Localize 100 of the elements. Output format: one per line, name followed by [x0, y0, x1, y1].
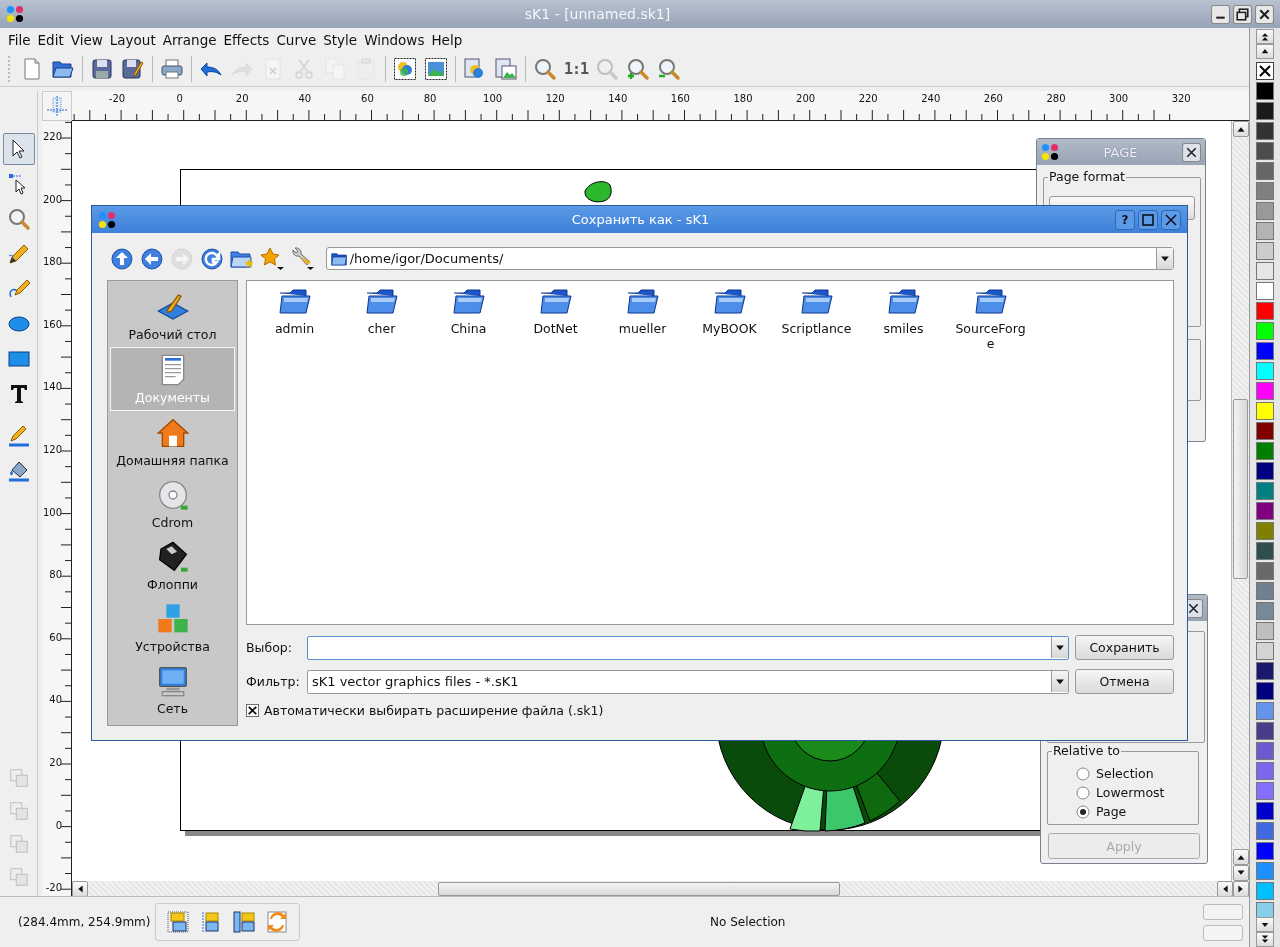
color-swatch[interactable] — [1256, 162, 1274, 180]
scroll-thumb[interactable] — [438, 881, 840, 896]
color-swatch[interactable] — [1256, 782, 1274, 800]
no-color-icon[interactable] — [1256, 62, 1274, 80]
color-swatch[interactable] — [1256, 182, 1274, 200]
menu-item[interactable]: Windows — [364, 32, 425, 48]
close-button[interactable] — [1255, 4, 1274, 24]
actual-size-button[interactable]: 1:1 — [564, 60, 589, 78]
menu-item[interactable]: Arrange — [162, 32, 217, 48]
refresh-arrows-icon[interactable] — [265, 910, 289, 934]
select-frame-icon[interactable] — [166, 910, 190, 934]
place-item[interactable]: Cdrom — [110, 473, 235, 535]
ruler-corner[interactable] — [42, 91, 72, 121]
cancel-button[interactable]: Отмена — [1075, 669, 1174, 694]
color-swatch[interactable] — [1256, 422, 1274, 440]
color-swatch[interactable] — [1256, 822, 1274, 840]
color-swatch[interactable] — [1256, 102, 1274, 120]
scroll-down-icon[interactable] — [1256, 917, 1274, 932]
place-item[interactable]: Устройства — [110, 597, 235, 659]
color-swatch[interactable] — [1256, 322, 1274, 340]
zoom-out-icon[interactable] — [657, 57, 682, 81]
color-swatch[interactable] — [1256, 562, 1274, 580]
color-swatch[interactable] — [1256, 302, 1274, 320]
color-swatch[interactable] — [1256, 262, 1274, 280]
menu-item[interactable]: View — [70, 32, 103, 48]
wrench-caret-icon[interactable] — [289, 246, 314, 271]
document-picture-icon[interactable] — [494, 57, 518, 81]
folder-name[interactable]: MyBOOK — [693, 321, 766, 336]
color-swatch[interactable] — [1256, 862, 1274, 880]
menu-item[interactable]: Curve — [276, 32, 317, 48]
vertical-scrollbar[interactable] — [1231, 121, 1249, 881]
color-swatch[interactable] — [1256, 342, 1274, 360]
color-swatch[interactable] — [1256, 682, 1274, 700]
color-swatch[interactable] — [1256, 382, 1274, 400]
place-item[interactable]: Сеть — [110, 659, 235, 721]
horizontal-scrollbar[interactable] — [72, 881, 1249, 896]
minimize-button[interactable] — [1211, 4, 1230, 24]
color-swatch[interactable] — [1256, 642, 1274, 660]
menu-item[interactable]: Effects — [223, 32, 270, 48]
folder-name[interactable]: Scriptlance — [780, 321, 853, 336]
color-swatch[interactable] — [1256, 762, 1274, 780]
color-swatch[interactable] — [1256, 442, 1274, 460]
scroll-up-icon[interactable] — [1256, 44, 1274, 59]
star-caret-icon[interactable] — [259, 246, 284, 271]
color-swatch[interactable] — [1256, 462, 1274, 480]
color-swatch[interactable] — [1256, 602, 1274, 620]
path-dropdown[interactable]: /home/igor/Documents/ — [325, 247, 1174, 270]
color-swatch[interactable] — [1256, 522, 1274, 540]
color-swatch[interactable] — [1256, 542, 1274, 560]
reload-icon[interactable] — [199, 246, 224, 271]
floppy-pencil-icon[interactable] — [121, 57, 145, 81]
magnifier-icon[interactable] — [533, 57, 557, 81]
filter-dropdown[interactable]: sK1 vector graphics files - *.sK1 — [306, 669, 1070, 694]
color-swatch[interactable] — [1256, 842, 1274, 860]
maximize-button[interactable] — [1138, 209, 1158, 230]
scroll-down-icon[interactable] — [1232, 865, 1249, 881]
close-button[interactable] — [1161, 209, 1181, 230]
caret-icon[interactable] — [1051, 637, 1069, 658]
scroll-right-icon[interactable] — [1233, 880, 1249, 897]
color-swatch[interactable] — [1256, 402, 1274, 420]
scroll-up-icon[interactable] — [1232, 849, 1249, 865]
color-swatch[interactable] — [1256, 902, 1274, 917]
color-swatch[interactable] — [1256, 222, 1274, 240]
place-item[interactable]: Флоппи — [110, 535, 235, 597]
help-button[interactable]: ? — [1115, 209, 1135, 230]
folder-name[interactable]: SourceForge — [954, 321, 1027, 351]
color-swatch[interactable] — [1256, 802, 1274, 820]
menu-item[interactable]: Edit — [37, 32, 64, 48]
menu-item[interactable]: Help — [431, 32, 463, 48]
color-swatch[interactable] — [1256, 242, 1274, 260]
color-swatch[interactable] — [1256, 502, 1274, 520]
save-button[interactable]: Сохранить — [1075, 635, 1174, 660]
menu-item[interactable]: Style — [323, 32, 358, 48]
color-swatch[interactable] — [1256, 122, 1274, 140]
color-swatch[interactable] — [1256, 82, 1274, 100]
color-swatch[interactable] — [1256, 362, 1274, 380]
caret-icon[interactable] — [1051, 671, 1069, 692]
zoom-in-icon[interactable] — [626, 57, 651, 81]
printer-icon[interactable] — [160, 57, 184, 81]
radio-button[interactable] — [1076, 766, 1090, 781]
framed-circles-icon[interactable] — [393, 57, 417, 81]
color-swatch[interactable] — [1256, 282, 1274, 300]
color-swatch[interactable] — [1256, 202, 1274, 220]
framed-picture-icon[interactable] — [424, 57, 448, 81]
filename-field[interactable] — [306, 635, 1070, 660]
color-swatch[interactable] — [1256, 742, 1274, 760]
folder-name[interactable]: smiles — [867, 321, 940, 336]
place-item[interactable]: Домашняя папка — [110, 411, 235, 473]
color-swatch[interactable] — [1256, 482, 1274, 500]
folder-name[interactable]: cher — [345, 321, 418, 336]
folder-name[interactable]: China — [432, 321, 505, 336]
color-swatch[interactable] — [1256, 142, 1274, 160]
color-swatch[interactable] — [1256, 722, 1274, 740]
menu-item[interactable]: Layout — [109, 32, 156, 48]
scroll-top-icon[interactable] — [1256, 29, 1274, 44]
scroll-bottom-icon[interactable] — [1256, 932, 1274, 947]
folder-name[interactable]: DotNet — [519, 321, 592, 336]
restore-button[interactable] — [1233, 4, 1252, 24]
scroll-up-icon[interactable] — [1232, 121, 1249, 137]
color-swatch[interactable] — [1256, 662, 1274, 680]
